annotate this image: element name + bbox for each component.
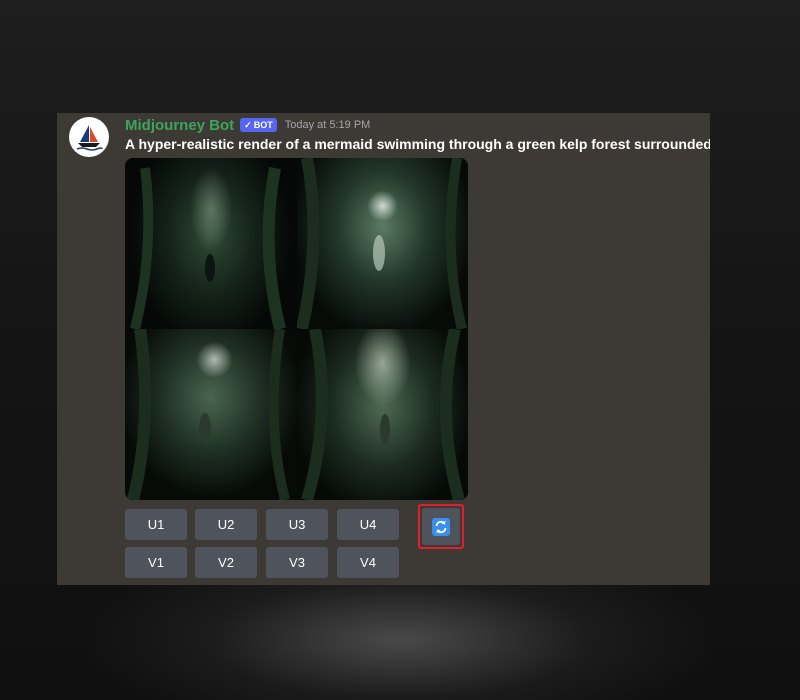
upscale-button-1[interactable]: U1 (125, 509, 187, 540)
variation-button-4[interactable]: V4 (337, 547, 399, 578)
variation-button-1[interactable]: V1 (125, 547, 187, 578)
bot-badge-label: BOT (253, 120, 273, 130)
image-tile[interactable] (125, 158, 297, 329)
kelp-illustration (300, 329, 465, 500)
checkmark-icon: ✓ (244, 119, 252, 130)
variation-button-2[interactable]: V2 (195, 547, 257, 578)
bot-badge: ✓ BOT (240, 118, 277, 132)
username[interactable]: Midjourney Bot (125, 117, 234, 134)
kelp-illustration (130, 166, 286, 329)
variation-button-3[interactable]: V3 (266, 547, 328, 578)
upscale-button-2[interactable]: U2 (195, 509, 257, 540)
image-tile[interactable] (296, 158, 468, 329)
prompt-text: A hyper-realistic render of a mermaid sw… (125, 136, 710, 152)
message-header: Midjourney Bot ✓ BOT Today at 5:19 PM (125, 116, 370, 134)
image-tile[interactable] (125, 329, 297, 500)
refresh-icon (432, 517, 450, 536)
midjourney-sailboat-icon (76, 125, 103, 151)
bot-avatar[interactable] (69, 117, 109, 157)
kelp-illustration (127, 329, 290, 500)
image-tile[interactable] (296, 329, 468, 500)
upscale-button-3[interactable]: U3 (266, 509, 328, 540)
image-grid (125, 158, 468, 500)
reroll-button[interactable] (422, 508, 460, 545)
discord-message-panel: Midjourney Bot ✓ BOT Today at 5:19 PM A … (57, 113, 710, 585)
upscale-button-4[interactable]: U4 (337, 509, 399, 540)
timestamp: Today at 5:19 PM (284, 119, 371, 131)
kelp-illustration (296, 158, 467, 329)
